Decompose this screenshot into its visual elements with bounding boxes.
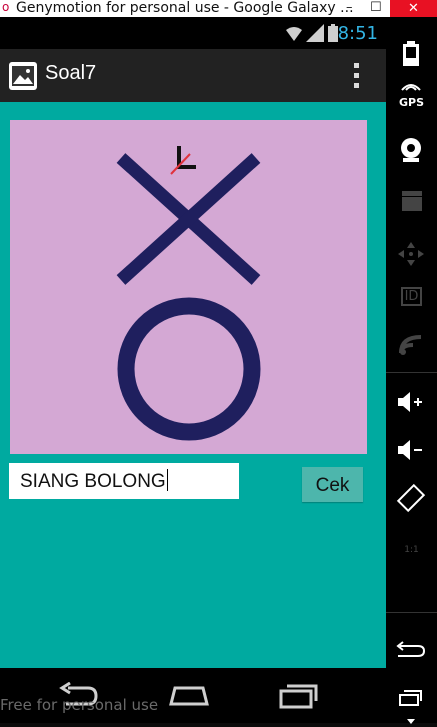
o-symbol [117, 297, 261, 441]
window-title: Genymotion for personal use - Google Gal… [16, 0, 354, 16]
status-bar: 8:51 [0, 17, 386, 49]
close-button[interactable]: ✕ [390, 0, 437, 17]
action-bar: Soal7 [0, 49, 386, 102]
panel-separator [386, 372, 437, 373]
scroll-down-icon[interactable] [386, 717, 437, 727]
answer-input-text: SIANG BOLONG [20, 471, 166, 492]
gps-signal-icon [401, 84, 421, 91]
device-screen: 8:51 Soal7 SIANG BOLONG Cek Free for per… [0, 17, 386, 723]
webcam-icon[interactable] [386, 137, 437, 163]
minimize-button[interactable]: – [346, 0, 353, 15]
dpad-icon[interactable] [386, 241, 437, 267]
network-icon[interactable] [386, 331, 437, 357]
answer-input[interactable]: SIANG BOLONG [9, 463, 239, 499]
puzzle-image [10, 120, 367, 454]
clock-icon [170, 146, 196, 175]
panel-separator [386, 612, 437, 613]
volume-up-icon[interactable] [386, 389, 437, 415]
device-id-widget[interactable]: ID [386, 285, 437, 306]
genymotion-side-panel: GPS ID 1:1 [386, 17, 437, 724]
screencast-icon[interactable] [386, 189, 437, 213]
x-symbol [116, 153, 261, 285]
check-button[interactable]: Cek [302, 467, 363, 502]
window-titlebar: o Genymotion for personal use - Google G… [0, 0, 437, 17]
menu-key-icon[interactable] [386, 689, 437, 713]
back-key-icon[interactable] [386, 641, 437, 659]
genymotion-logo-icon: o [2, 0, 10, 14]
app-content: SIANG BOLONG Cek [0, 102, 386, 668]
watermark-text: Free for personal use [0, 696, 159, 714]
gps-widget[interactable]: GPS [386, 77, 437, 109]
ratio-label: 1:1 [404, 545, 419, 555]
battery-icon [328, 24, 338, 42]
battery-widget-icon[interactable] [386, 39, 437, 67]
text-cursor [166, 469, 168, 491]
home-icon[interactable] [167, 684, 211, 706]
status-clock: 8:51 [337, 23, 378, 44]
id-label: ID [400, 287, 423, 306]
navigation-bar: Free for personal use [0, 668, 386, 723]
recent-apps-icon[interactable] [278, 682, 320, 710]
volume-down-icon[interactable] [386, 437, 437, 463]
pixel-perfect-widget[interactable]: 1:1 [386, 537, 437, 556]
rotate-icon[interactable] [386, 483, 437, 513]
gps-label: GPS [398, 96, 424, 109]
overflow-menu-icon[interactable] [354, 63, 360, 89]
maximize-button[interactable]: ☐ [370, 0, 382, 15]
app-title: Soal7 [45, 62, 97, 84]
signal-icon [306, 24, 324, 42]
app-image-icon[interactable] [8, 61, 38, 91]
